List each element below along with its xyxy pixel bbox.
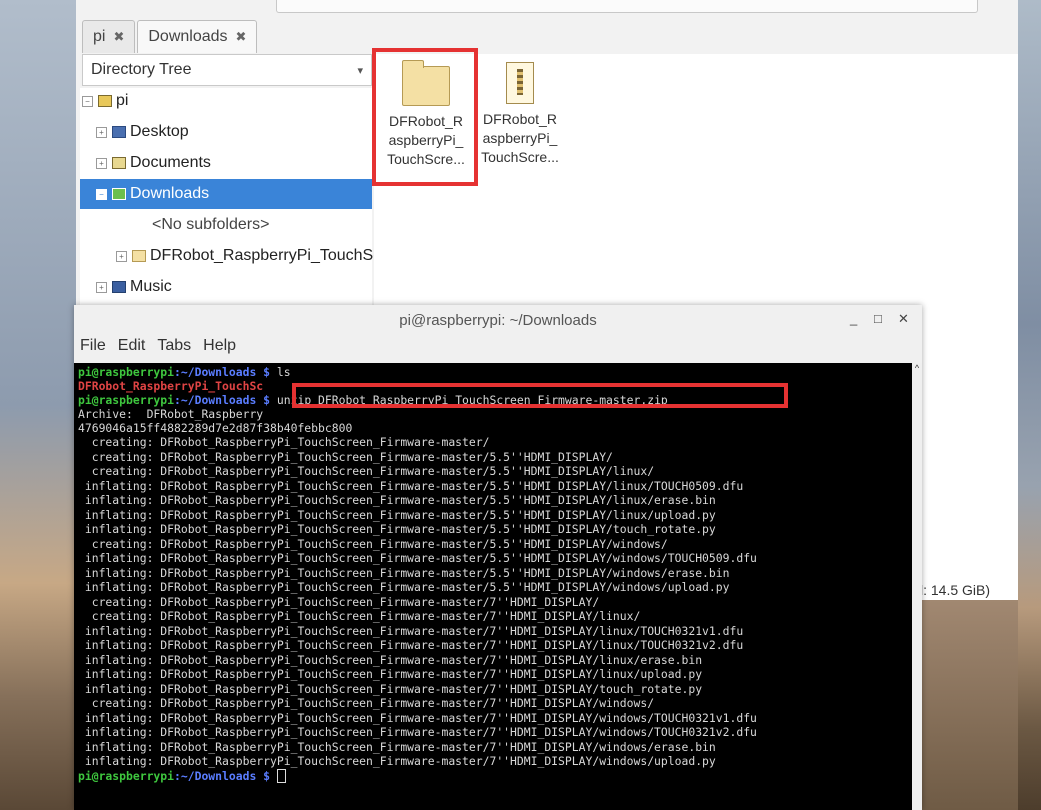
- menu-tabs[interactable]: Tabs: [157, 337, 191, 361]
- terminal-output[interactable]: pi@raspberrypi:~/Downloads $ ls DFRobot_…: [74, 363, 912, 810]
- file-name-line: aspberryPi_: [482, 130, 558, 146]
- terminal-line: creating: DFRobot_RaspberryPi_TouchScree…: [78, 449, 613, 464]
- terminal-line: Archive: DFRobot_Raspberry: [78, 407, 264, 421]
- menu-file[interactable]: File: [80, 337, 106, 361]
- terminal-line: pi@raspberrypi:~/Downloads $ ls: [78, 365, 291, 379]
- menu-edit[interactable]: Edit: [118, 337, 146, 361]
- zip-archive-icon: [506, 62, 534, 104]
- tree-item-label: Documents: [130, 154, 211, 171]
- file-name-line: DFRobot_R: [483, 111, 557, 127]
- terminal-menubar: File Edit Tabs Help: [80, 337, 248, 361]
- collapse-icon[interactable]: −: [82, 95, 93, 107]
- terminal-line: 4769046a15ff4882289d7e2d87f38b40febbc800: [78, 421, 353, 435]
- desktop-wallpaper-left: [0, 0, 76, 810]
- expand-icon[interactable]: +: [96, 281, 107, 293]
- desktop-wallpaper-right: [1018, 0, 1041, 810]
- tree-item-dfrobot-folder[interactable]: + DFRobot_RaspberryPi_TouchSc: [116, 243, 381, 269]
- tab-label: Downloads: [148, 28, 228, 45]
- file-name-line: TouchScre...: [481, 149, 559, 165]
- terminal-line: inflating: DFRobot_RaspberryPi_TouchScre…: [78, 739, 716, 754]
- terminal-line: inflating: DFRobot_RaspberryPi_TouchScre…: [78, 493, 716, 507]
- close-icon[interactable]: ✖: [113, 29, 124, 45]
- downloads-folder-icon: [112, 188, 126, 200]
- terminal-line: creating: DFRobot_RaspberryPi_TouchScree…: [78, 594, 600, 609]
- terminal-line: inflating: DFRobot_RaspberryPi_TouchScre…: [78, 478, 744, 493]
- tree-item-label: Music: [130, 278, 172, 295]
- terminal-line: inflating: DFRobot_RaspberryPi_TouchScre…: [78, 667, 703, 681]
- desktop-folder-icon: [112, 126, 126, 138]
- music-folder-icon: [112, 281, 126, 293]
- cursor-icon: [276, 769, 286, 783]
- tree-item-label: DFRobot_RaspberryPi_TouchSc: [150, 247, 382, 264]
- terminal-line: inflating: DFRobot_RaspberryPi_TouchScre…: [78, 681, 703, 696]
- terminal-line: inflating: DFRobot_RaspberryPi_TouchScre…: [78, 652, 703, 667]
- tree-item-label: pi: [116, 92, 129, 109]
- tab-pi[interactable]: pi ✖: [82, 20, 136, 53]
- minimize-icon[interactable]: _: [850, 311, 857, 326]
- terminal-line: inflating: DFRobot_RaspberryPi_TouchScre…: [78, 522, 716, 536]
- menu-help[interactable]: Help: [203, 337, 236, 361]
- tab-bar: pi ✖ Downloads ✖: [82, 20, 259, 54]
- tree-item-music[interactable]: + Music: [96, 274, 172, 300]
- tree-item-label: Desktop: [130, 123, 189, 140]
- zip-file-item[interactable]: DFRobot_R aspberryPi_ TouchScre...: [472, 58, 568, 167]
- expand-icon[interactable]: +: [116, 250, 127, 262]
- terminal-line: creating: DFRobot_RaspberryPi_TouchScree…: [78, 696, 655, 710]
- terminal-line: inflating: DFRobot_RaspberryPi_TouchScre…: [78, 623, 744, 638]
- side-pane-mode-select[interactable]: Directory Tree ▾: [82, 54, 372, 86]
- terminal-line: creating: DFRobot_RaspberryPi_TouchScree…: [78, 464, 655, 478]
- terminal-line: creating: DFRobot_RaspberryPi_TouchScree…: [78, 609, 641, 623]
- terminal-line: inflating: DFRobot_RaspberryPi_TouchScre…: [78, 580, 730, 594]
- terminal-line: inflating: DFRobot_RaspberryPi_TouchScre…: [78, 638, 744, 652]
- terminal-line: inflating: DFRobot_RaspberryPi_TouchScre…: [78, 710, 757, 725]
- highlight-box-folder: [372, 48, 478, 186]
- terminal-line: inflating: DFRobot_RaspberryPi_TouchScre…: [78, 507, 716, 522]
- maximize-icon[interactable]: □: [874, 311, 882, 326]
- terminal-line: creating: DFRobot_RaspberryPi_TouchScree…: [78, 435, 490, 449]
- terminal-window: pi@raspberrypi: ~/Downloads _ □ ✕ File E…: [74, 305, 922, 810]
- home-folder-icon: [98, 95, 112, 107]
- close-icon[interactable]: ✖: [236, 29, 247, 45]
- terminal-scrollbar[interactable]: ^: [912, 363, 922, 810]
- tree-item-desktop[interactable]: + Desktop: [96, 119, 189, 145]
- folder-icon: [132, 250, 146, 262]
- terminal-title: pi@raspberrypi: ~/Downloads: [399, 312, 597, 329]
- terminal-line: inflating: DFRobot_RaspberryPi_TouchScre…: [78, 725, 757, 739]
- terminal-line: creating: DFRobot_RaspberryPi_TouchScree…: [78, 536, 668, 551]
- chevron-up-icon[interactable]: ^: [912, 363, 922, 375]
- tree-item-label: Downloads: [130, 185, 210, 202]
- close-icon[interactable]: ✕: [898, 311, 909, 327]
- tree-item-label: <No subfolders>: [152, 216, 270, 233]
- expand-icon[interactable]: +: [96, 126, 107, 138]
- terminal-line: inflating: DFRobot_RaspberryPi_TouchScre…: [78, 551, 757, 565]
- terminal-line: DFRobot_RaspberryPi_TouchSc: [78, 379, 264, 393]
- tree-item-no-subfolders: <No subfolders>: [152, 212, 269, 238]
- chevron-down-icon: ▾: [357, 64, 363, 77]
- documents-folder-icon: [112, 157, 126, 169]
- highlight-box-unzip-command: [292, 383, 788, 408]
- expand-icon[interactable]: +: [96, 157, 107, 169]
- free-space-status: l: 14.5 GiB): [920, 582, 991, 598]
- tree-item-downloads[interactable]: − Downloads: [80, 179, 372, 209]
- terminal-line: inflating: DFRobot_RaspberryPi_TouchScre…: [78, 565, 730, 580]
- collapse-icon[interactable]: −: [96, 188, 107, 200]
- terminal-line: pi@raspberrypi:~/Downloads $: [78, 769, 286, 783]
- path-bar[interactable]: [276, 0, 978, 13]
- tab-downloads[interactable]: Downloads ✖: [137, 20, 258, 53]
- tab-label: pi: [93, 28, 106, 45]
- side-pane-mode-label: Directory Tree: [91, 61, 192, 78]
- terminal-line: inflating: DFRobot_RaspberryPi_TouchScre…: [78, 754, 716, 768]
- tree-item-documents[interactable]: + Documents: [96, 150, 211, 176]
- tree-item-pi[interactable]: − pi: [82, 88, 128, 114]
